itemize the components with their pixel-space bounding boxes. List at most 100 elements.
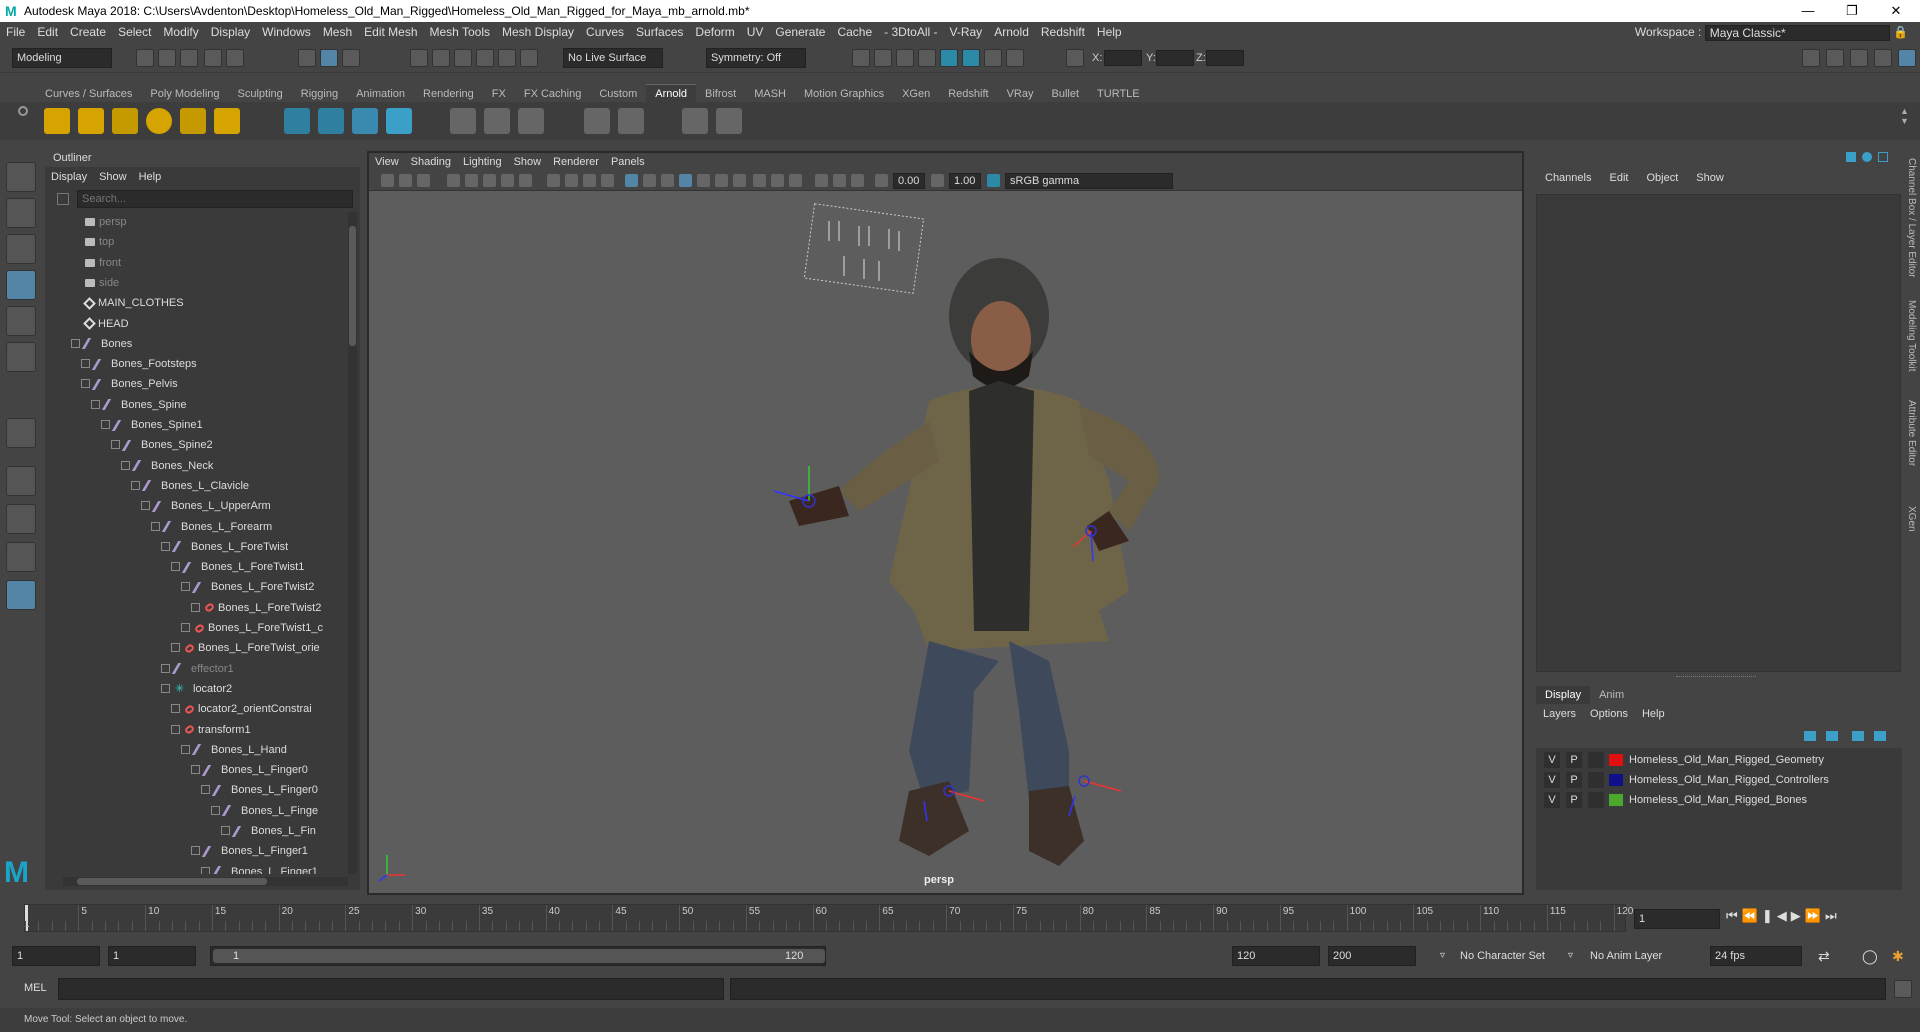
outliner-item[interactable]: Bones_L_ForeTwist2 [203,598,321,618]
expand-toggle-icon[interactable] [201,866,210,874]
outliner-item[interactable]: Bones_Spine1 [111,415,203,435]
snap-grid-icon[interactable] [410,49,428,67]
range-slider-bar[interactable] [213,949,825,963]
outliner-item[interactable]: HEAD [83,314,129,334]
start-time-field[interactable]: 1 [12,946,100,966]
viewport-menu-view[interactable]: View [369,153,405,171]
current-frame-field[interactable]: 1 [1634,909,1720,929]
snap-curve-icon[interactable] [432,49,450,67]
outliner-item[interactable]: Bones_Neck [131,456,213,476]
workspace-selector[interactable]: Workspace : Maya Classic* 🔒 [1635,22,1908,43]
light-portal-icon[interactable] [180,108,206,134]
anim-prefs-icon[interactable]: ✱ [1892,948,1904,965]
expand-toggle-icon[interactable] [201,785,210,795]
field-chart-icon[interactable] [547,174,560,187]
photometric-light-icon[interactable] [112,108,138,134]
render-view-eye-icon[interactable] [682,108,708,134]
outliner-item[interactable]: Bones_L_Finger1 [211,862,318,874]
outliner-item[interactable]: Bones_L_Finger1 [201,841,308,861]
go-to-start-icon[interactable]: ⏮ [1726,908,1742,923]
step-back-frame-icon[interactable]: ❚ [1762,908,1777,923]
menu-item-windows[interactable]: Windows [256,22,317,43]
shelf-tab-turtle[interactable]: TURTLE [1088,85,1149,103]
outliner-search-input[interactable] [77,190,353,208]
move-tool-icon[interactable] [6,270,36,300]
textured-icon[interactable] [661,174,674,187]
move-layer-up-icon[interactable] [1804,731,1816,741]
outliner-layout-icon[interactable] [6,580,36,610]
expand-toggle-icon[interactable] [161,683,170,693]
expand-toggle-icon[interactable] [171,704,180,714]
open-scene-icon[interactable] [158,49,176,67]
shelf-tab-custom[interactable]: Custom [590,85,646,103]
color-management-icon[interactable] [987,174,1000,187]
shelf-tab-fx[interactable]: FX [483,85,515,103]
outliner-item[interactable]: Bones_L_UpperArm [151,496,271,516]
command-language-label[interactable]: MEL [24,982,47,994]
outliner-vscrollbar[interactable] [348,212,357,874]
attribute-mini-icon[interactable] [1862,152,1872,162]
outliner-item[interactable]: Bones_L_Finge [221,801,318,821]
channel-menu-edit[interactable]: Edit [1600,168,1637,188]
close-icon[interactable]: ✕ [1874,0,1918,22]
anim-layer-label[interactable]: No Anim Layer [1590,950,1662,962]
image-plane-icon[interactable] [447,174,460,187]
expand-toggle-icon[interactable] [141,501,150,511]
layer-row[interactable]: V P Homeless_Old_Man_Rigged_Bones [1536,790,1902,810]
single-view-icon[interactable] [6,466,36,496]
expand-toggle-icon[interactable] [171,643,180,653]
go-to-end-icon[interactable]: ⏭ [1825,908,1841,923]
viewport-panel[interactable]: View Shading Lighting Show Renderer Panels 0.… [367,151,1524,895]
undo-icon[interactable] [204,49,222,67]
use-all-lights-icon[interactable] [679,174,692,187]
menu-item-mesh-display[interactable]: Mesh Display [496,22,580,43]
restore-icon[interactable]: ❐ [1830,0,1874,22]
render-sequence-icon[interactable] [984,49,1002,67]
menu-item-mesh[interactable]: Mesh [317,22,358,43]
outliner-item[interactable]: Bones_L_ForeTwist_orie [183,638,320,658]
last-tool-icon[interactable] [6,418,36,448]
menu-item-display[interactable]: Display [205,22,256,43]
expand-toggle-icon[interactable] [81,359,90,369]
export-standin-icon[interactable] [318,108,344,134]
layer-reference-toggle[interactable] [1588,792,1604,808]
render-object-icon[interactable] [386,108,412,134]
layer-playback-toggle[interactable]: P [1566,792,1582,808]
expand-toggle-icon[interactable] [211,805,220,815]
menu-item-create[interactable]: Create [64,22,112,43]
menu-item-arnold[interactable]: Arnold [988,22,1035,43]
workspace-dropdown[interactable]: Maya Classic* [1704,24,1890,41]
outliner-item[interactable]: Bones_Spine2 [121,435,213,455]
layer-tab-display[interactable]: Display [1536,686,1591,704]
arnold-render-icon[interactable] [962,49,980,67]
render-settings-icon[interactable] [918,49,936,67]
smooth-shade-icon[interactable] [625,174,638,187]
two-view-icon[interactable] [6,542,36,572]
anim-layer-icon[interactable]: ▿ [1568,950,1573,961]
expand-toggle-icon[interactable] [121,460,130,470]
outliner-item[interactable]: Bones_L_Clavicle [141,476,249,496]
paint-select-icon[interactable] [6,234,36,264]
shelf-tab-redshift[interactable]: Redshift [939,85,997,103]
shelf-tab-rendering[interactable]: Rendering [414,85,483,103]
exposure-icon[interactable] [875,174,888,187]
menu-item-curves[interactable]: Curves [580,22,630,43]
layer-visibility-toggle[interactable]: V [1544,752,1560,768]
auto-key-icon[interactable]: ◯ [1862,948,1878,965]
menu-item-select[interactable]: Select [112,22,157,43]
outliner-item[interactable]: Bones_L_ForeTwist1_c [193,618,323,638]
viewport-menu-renderer[interactable]: Renderer [547,153,605,171]
wireframe-on-shaded-icon[interactable] [643,174,656,187]
shelf-tab-sculpting[interactable]: Sculpting [229,85,292,103]
shadows-icon[interactable] [697,174,710,187]
shelf-tab-animation[interactable]: Animation [347,85,414,103]
modeling-toolkit-icon[interactable] [1826,49,1844,67]
side-tab-xgen[interactable]: XGen [1906,506,1917,532]
snap-point-icon[interactable] [454,49,472,67]
outliner-item[interactable]: effector1 [171,659,234,679]
shelf-tab-motion-graphics[interactable]: Motion Graphics [795,85,893,103]
outliner-item[interactable]: Bones_L_Hand [191,740,287,760]
play-forward-icon[interactable]: ▶ [1791,908,1805,923]
playback-start-field[interactable]: 1 [108,946,196,966]
ipr-render-icon[interactable] [896,49,914,67]
